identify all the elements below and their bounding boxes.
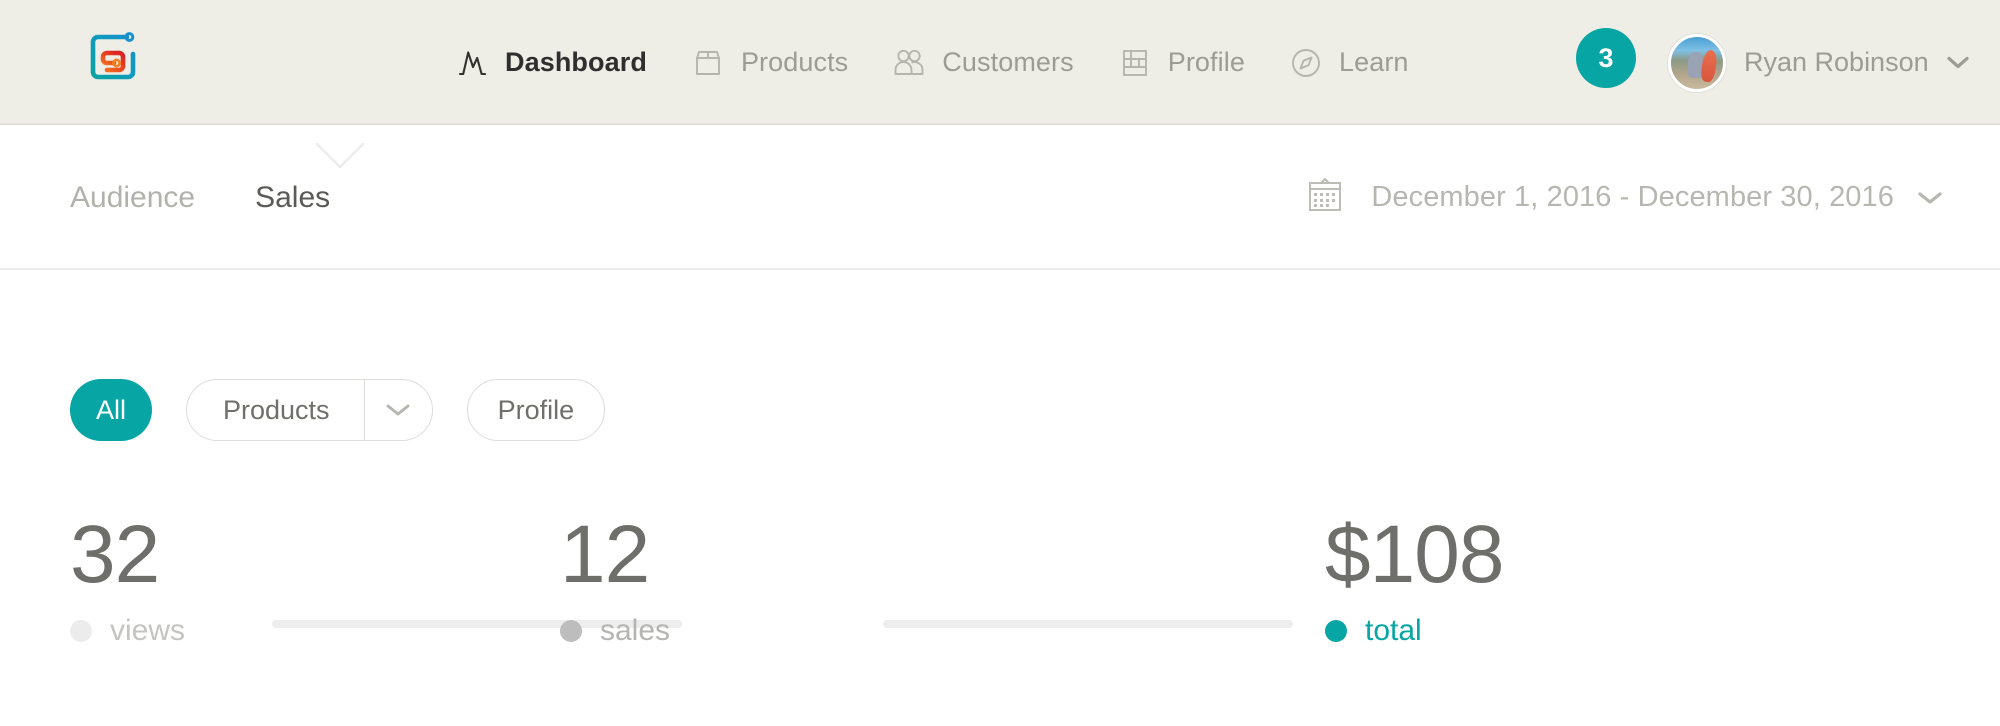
metric-value-sales: 12 [560, 514, 670, 596]
app-header: Dashboard Products Custom [0, 0, 2000, 125]
nav-item-products[interactable]: Products [691, 46, 848, 80]
brand-logo[interactable] [86, 30, 140, 84]
metric-foot-views: views [70, 614, 185, 648]
compass-icon [1289, 46, 1323, 80]
avatar [1668, 34, 1726, 92]
nav-item-customers[interactable]: Customers [892, 46, 1073, 80]
legend-dot-icon [560, 620, 582, 642]
mountain-chart-icon [455, 46, 489, 80]
filter-label-profile: Profile [498, 395, 575, 426]
filter-label-all: All [96, 395, 126, 426]
metric-sales[interactable]: 12 sales [560, 514, 670, 648]
subnav-tab-sales[interactable]: Sales [255, 181, 330, 215]
nav-item-dashboard[interactable]: Dashboard [455, 46, 647, 80]
metric-foot-total: total [1325, 614, 1503, 648]
filter-pill-all[interactable]: All [70, 379, 152, 441]
chevron-down-icon[interactable] [364, 380, 432, 440]
legend-dot-icon [1325, 620, 1347, 642]
main-navigation: Dashboard Products Custom [455, 0, 1453, 125]
metric-views[interactable]: 32 views [70, 514, 185, 648]
filter-pill-products[interactable]: Products [186, 379, 433, 441]
user-menu[interactable]: Ryan Robinson [1668, 0, 1969, 125]
filter-pill-profile[interactable]: Profile [467, 379, 606, 441]
metric-label-views: views [110, 614, 185, 648]
sub-navigation: Audience Sales December 1, 2016 - Decemb… [0, 125, 2000, 270]
nav-label-products: Products [741, 47, 848, 78]
legend-dot-icon [70, 620, 92, 642]
notification-count: 3 [1598, 43, 1613, 74]
chevron-down-icon [1947, 56, 1969, 69]
nav-label-learn: Learn [1339, 47, 1409, 78]
nav-item-profile[interactable]: Profile [1118, 46, 1245, 80]
date-range-text: December 1, 2016 - December 30, 2016 [1371, 181, 1894, 214]
user-name: Ryan Robinson [1744, 47, 1929, 78]
layout-grid-icon [1118, 46, 1152, 80]
nav-label-customers: Customers [942, 47, 1073, 78]
loop-square-logo-icon [86, 30, 140, 84]
nav-item-learn[interactable]: Learn [1289, 46, 1409, 80]
subnav-tabs: Audience Sales [70, 125, 330, 270]
metric-total[interactable]: $108 total [1325, 514, 1503, 648]
box-icon [691, 46, 725, 80]
date-range-picker[interactable]: December 1, 2016 - December 30, 2016 [1303, 125, 1940, 270]
chevron-down-icon [1918, 191, 1940, 204]
metric-label-total: total [1365, 614, 1422, 648]
filter-bar: All Products Profile [70, 379, 605, 441]
people-icon [892, 46, 926, 80]
active-tab-notch [316, 143, 364, 169]
metric-value-total: $108 [1325, 514, 1503, 596]
metrics-row: 32 views 12 sales $108 total [0, 500, 2000, 726]
metric-label-sales: sales [600, 614, 670, 648]
subnav-tab-audience[interactable]: Audience [70, 181, 195, 215]
metric-foot-sales: sales [560, 614, 670, 648]
nav-label-dashboard: Dashboard [505, 47, 647, 78]
filter-label-products[interactable]: Products [187, 380, 364, 440]
metric-connector [883, 620, 1293, 628]
calendar-icon [1303, 173, 1347, 222]
nav-label-profile: Profile [1168, 47, 1245, 78]
notification-badge[interactable]: 3 [1576, 28, 1636, 88]
metric-value-views: 32 [70, 514, 185, 596]
